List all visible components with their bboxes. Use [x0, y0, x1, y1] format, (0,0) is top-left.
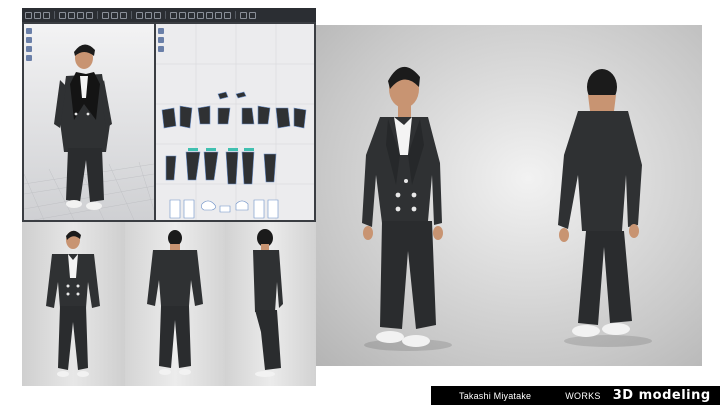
grid-display-icon[interactable]	[158, 46, 164, 52]
pattern-display-icon[interactable]	[158, 37, 164, 43]
pattern-pen-icon[interactable]	[188, 11, 195, 19]
toolbar-separator	[165, 11, 166, 19]
pattern-layout	[156, 24, 314, 220]
render-main-figures	[362, 66, 652, 351]
caption-bar: Takashi Miyatake WORKS 3D modeling	[431, 386, 720, 405]
viewport-2d-pattern[interactable]	[156, 24, 314, 220]
toolbar	[22, 8, 316, 22]
figure-back	[558, 69, 652, 347]
zoom-icon[interactable]	[158, 28, 164, 34]
toolbar-separator	[131, 11, 132, 19]
avatar-3d-view	[24, 44, 154, 220]
toolbar-separator	[235, 11, 236, 19]
render-icon[interactable]	[154, 11, 161, 19]
render-main-front-back	[316, 25, 702, 366]
avatar-display-icon[interactable]	[26, 37, 32, 43]
clo3d-window	[22, 8, 316, 222]
segment-icon[interactable]	[197, 11, 204, 19]
avatar-icon[interactable]	[86, 11, 93, 19]
section-title: 3D modeling	[612, 388, 711, 403]
mesh-icon[interactable]	[77, 11, 84, 19]
section-label: WORKS	[565, 390, 601, 401]
move-icon[interactable]	[34, 11, 41, 19]
select-icon[interactable]	[25, 11, 32, 19]
viewport-2d-tools	[158, 28, 164, 52]
figure-front-three-quarter	[362, 66, 452, 351]
fabric-icon[interactable]	[102, 11, 109, 19]
texture-display-icon[interactable]	[26, 55, 32, 61]
fold-icon[interactable]	[215, 11, 222, 19]
render-thumb-front	[22, 222, 125, 386]
pattern-transform-icon[interactable]	[179, 11, 186, 19]
render-thumb-back	[125, 222, 225, 386]
rotate-icon[interactable]	[43, 11, 50, 19]
toolbar-separator	[97, 11, 98, 19]
grid-icon[interactable]	[249, 11, 256, 19]
sewing-icon[interactable]	[206, 11, 213, 19]
garment-display-icon[interactable]	[26, 46, 32, 52]
viewport-3d-tools	[26, 28, 32, 61]
thumb-front-figure	[46, 230, 100, 377]
scale-icon[interactable]	[68, 11, 75, 19]
texture-icon[interactable]	[120, 11, 127, 19]
author-name: Takashi Miyatake	[459, 390, 532, 401]
pen-icon[interactable]	[59, 11, 66, 19]
simulate-icon[interactable]	[111, 11, 118, 19]
pin-icon[interactable]	[224, 11, 231, 19]
thumb-back-figure	[147, 230, 203, 375]
view-icon[interactable]	[26, 28, 32, 34]
light-icon[interactable]	[145, 11, 152, 19]
pattern-select-icon[interactable]	[170, 11, 177, 19]
viewport-3d[interactable]	[24, 24, 154, 220]
toolbar-separator	[54, 11, 55, 19]
settings-icon[interactable]	[240, 11, 247, 19]
camera-icon[interactable]	[136, 11, 143, 19]
render-thumb-side	[225, 222, 316, 386]
thumb-side-figure	[253, 229, 283, 377]
portfolio-page: Takashi Miyatake WORKS 3D modeling	[0, 0, 720, 405]
